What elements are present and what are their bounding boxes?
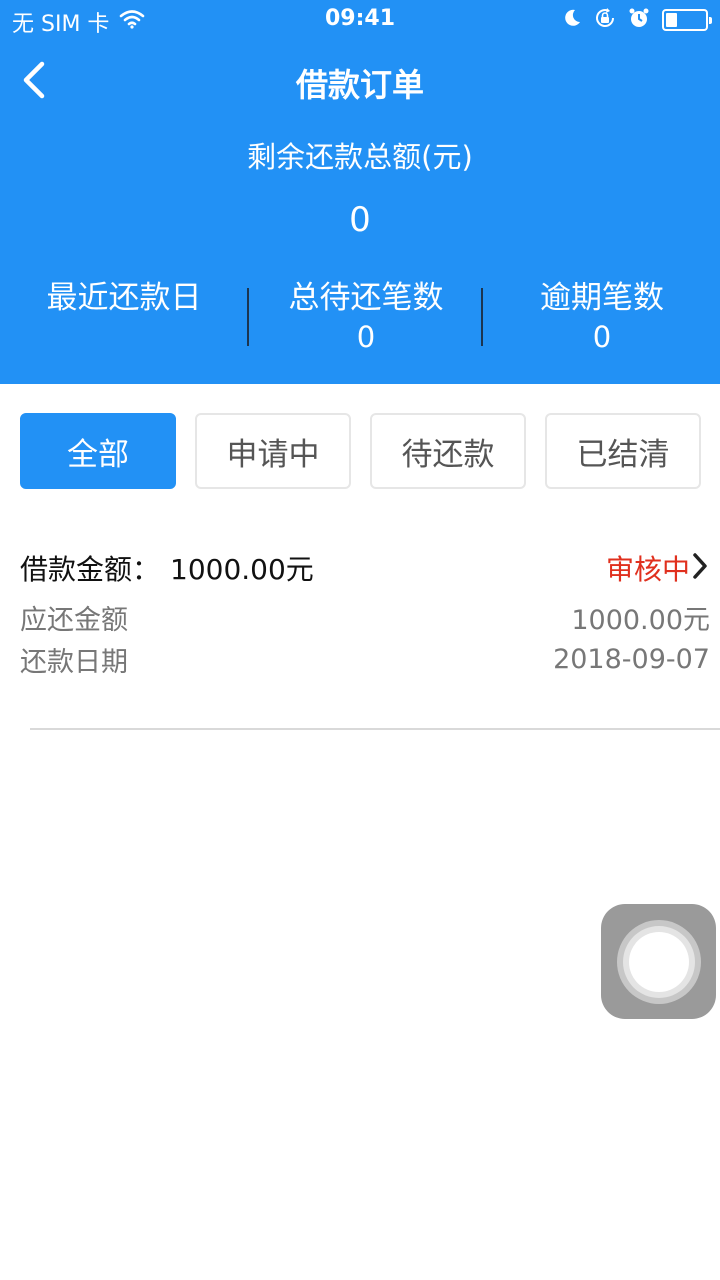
moon-icon [562, 8, 582, 32]
assistive-ring-outer [616, 919, 701, 1004]
order-header-row: 借款金额： 1000.00元 审核中 [20, 548, 710, 588]
stat-recent-repay-date: 最近还款日 [0, 278, 248, 318]
tab-all[interactable]: 全部 [20, 413, 176, 489]
due-amount-value: 1000.00元 [571, 605, 710, 636]
stat-divider [247, 288, 249, 346]
assistive-ring-middle [622, 925, 695, 998]
loan-amount-label: 借款金额： [20, 553, 161, 586]
order-divider [30, 728, 720, 730]
header: 无 SIM 卡 09:41 借款订单 剩余还款总额(元) 0 最近还款日 总待还… [0, 0, 720, 384]
assistive-touch-icon[interactable] [601, 904, 716, 1019]
stat-label: 逾期笔数 [540, 280, 664, 316]
chevron-right-icon [690, 551, 710, 585]
due-amount-row: 应还金额 1000.00元 [20, 598, 710, 637]
due-date-value: 2018-09-07 [553, 644, 710, 675]
remaining-total-label: 剩余还款总额(元) [247, 140, 473, 174]
battery-icon [662, 9, 712, 31]
loan-amount: 借款金额： 1000.00元 [20, 548, 314, 588]
stat-value: 0 [356, 320, 376, 354]
loan-amount-value: 1000.00元 [170, 553, 314, 586]
tab-settled[interactable]: 已结清 [545, 413, 701, 489]
stat-pending-count: 总待还笔数 0 [250, 278, 482, 356]
stat-label: 总待还笔数 [288, 280, 444, 316]
assistive-ring-inner [628, 931, 689, 992]
tab-pending-repay[interactable]: 待还款 [370, 413, 526, 489]
remaining-total-value: 0 [349, 200, 371, 240]
due-date-label: 还款日期 [20, 647, 128, 678]
alarm-icon [628, 7, 650, 33]
page-title: 借款订单 [295, 66, 424, 104]
rotation-lock-icon [594, 7, 616, 33]
tab-applying[interactable]: 申请中 [195, 413, 351, 489]
status-bar: 无 SIM 卡 09:41 [0, 0, 720, 40]
due-date-row: 还款日期 2018-09-07 [20, 640, 710, 679]
order-status[interactable]: 审核中 [606, 548, 710, 588]
stat-divider [481, 288, 483, 346]
battery-level [666, 13, 677, 27]
status-right [562, 6, 712, 34]
stat-value: 0 [592, 320, 612, 354]
due-amount-label: 应还金额 [20, 605, 128, 636]
stat-overdue-count: 逾期笔数 0 [484, 278, 720, 356]
filter-tabs: 全部 申请中 待还款 已结清 [20, 413, 701, 489]
stat-label: 最近还款日 [46, 280, 202, 316]
order-status-text: 审核中 [605, 553, 690, 586]
